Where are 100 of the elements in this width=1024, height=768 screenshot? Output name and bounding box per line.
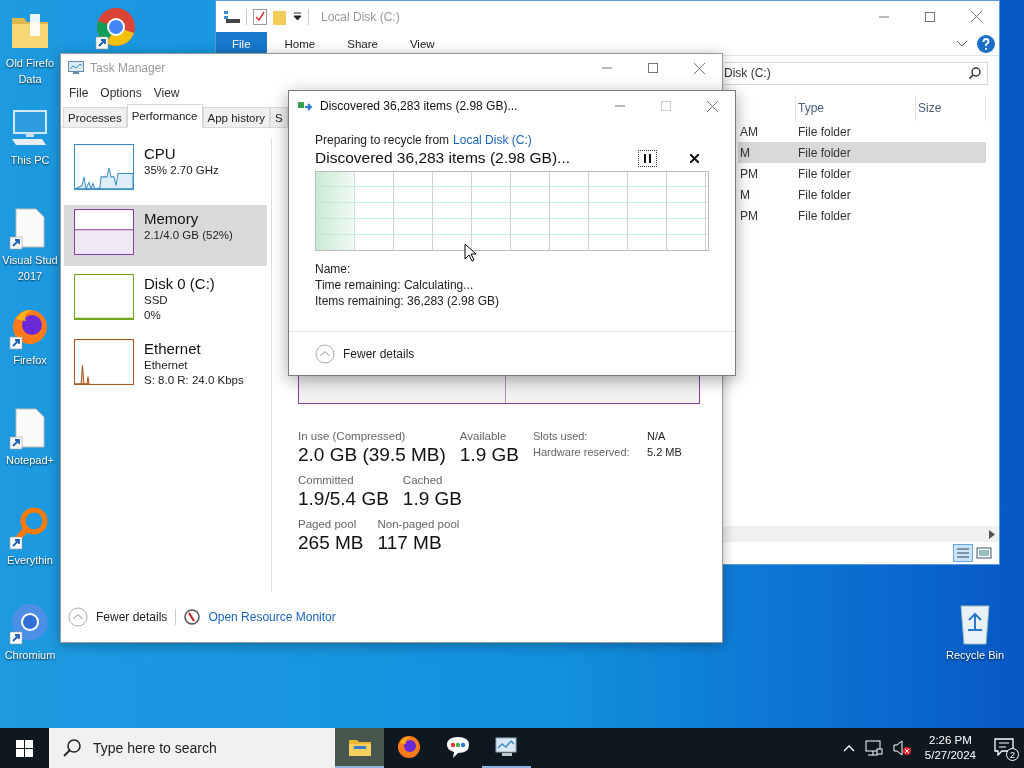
resource-item[interactable]: Disk 0 (C:) SSD 0% <box>64 270 267 331</box>
resource-item[interactable]: Memory 2.1/4.0 GB (52%) <box>64 205 267 266</box>
detail-line: Time remaining: Calculating... <box>315 277 475 293</box>
table-cell-text: PM <box>739 207 759 225</box>
source-text: Preparing to recycle from <box>315 133 450 147</box>
network-icon[interactable] <box>864 740 883 756</box>
icon-label: Data <box>18 73 42 86</box>
usage-graph <box>74 144 134 190</box>
window-title: Local Disk (C:) <box>321 9 400 24</box>
resource-detail: 0% <box>144 308 162 323</box>
search-icon <box>63 739 81 757</box>
chevron-up-icon[interactable] <box>842 744 855 752</box>
table-cell-text: File folder <box>797 123 852 141</box>
tab[interactable]: Performance <box>126 104 203 128</box>
stat-label: Non-paged pool <box>377 518 460 530</box>
notification-icon <box>994 738 1014 756</box>
icon-label: Recycle Bin <box>945 649 1005 662</box>
property-label: Hardware reserved: <box>533 446 631 458</box>
icon-label: This PC <box>10 154 50 167</box>
resource-detail: 35% 2.70 GHz <box>144 163 219 178</box>
help-icon[interactable] <box>977 34 995 53</box>
stat-value: 1.9/5.4 GB <box>298 488 389 510</box>
cancel-button[interactable] <box>687 151 701 165</box>
usage-graph <box>74 274 134 320</box>
table-cell-text: M <box>739 186 751 204</box>
stat-value: 117 MB <box>377 532 443 554</box>
table-cell-text: File folder <box>797 207 852 225</box>
tab[interactable]: Processes <box>63 107 127 128</box>
menu-item[interactable]: View <box>147 86 186 100</box>
address-field[interactable]: Disk (C:) <box>724 61 988 85</box>
icon-label: Chromium <box>4 649 56 662</box>
resource-item[interactable]: CPU 35% 2.70 GHz <box>64 140 267 201</box>
tab[interactable]: S <box>270 107 288 128</box>
chat-bubble-icon <box>444 735 471 759</box>
table-row[interactable]: M File folder <box>738 142 986 163</box>
resource-item[interactable]: Ethernet Ethernet S: 8.0 R: 24.0 Kbps <box>64 335 267 396</box>
maximize-icon <box>925 11 935 22</box>
drive-icon[interactable] <box>224 9 240 24</box>
stat-label: Available <box>459 430 508 442</box>
monitor-icon <box>68 61 84 75</box>
chevron-down-icon[interactable] <box>957 40 967 47</box>
stat-label: Cached <box>402 474 444 486</box>
table-cell-text: AM <box>739 123 759 141</box>
dropdown-icon[interactable] <box>293 12 302 21</box>
fewer-details-toggle[interactable]: Fewer details <box>96 610 168 624</box>
menu-item[interactable]: File <box>63 86 95 100</box>
icon-label: Firefox <box>13 354 47 367</box>
scroll-right-icon[interactable] <box>989 529 995 539</box>
icon-label: Old Firefo <box>5 57 55 70</box>
gauge-icon[interactable] <box>184 609 201 625</box>
stat-value: 2.0 GB (39.5 MB) <box>298 444 446 466</box>
source-link[interactable]: Local Disk (C:) <box>453 133 532 147</box>
maximize-icon <box>648 63 658 73</box>
clock[interactable]: 2:26 PM 5/27/2024 <box>924 733 976 763</box>
pause-button[interactable] <box>638 149 657 167</box>
close-icon <box>970 11 982 22</box>
resource-detail: S: 8.0 R: 24.0 Kbps <box>144 373 244 388</box>
ribbon-tab[interactable]: Share <box>333 32 392 55</box>
stat-label: Committed <box>298 474 355 486</box>
stat-value: 1.9 GB <box>402 488 462 510</box>
ribbon-tab[interactable]: Home <box>270 32 330 55</box>
clock-time: 2:26 PM <box>929 733 972 748</box>
resource-detail: SSD <box>144 293 169 308</box>
transfer-icon <box>298 101 314 111</box>
table-row[interactable]: PM File folder <box>738 205 986 226</box>
window-title: Discovered 36,283 items (2.98 GB)... <box>320 99 518 113</box>
menu-item[interactable]: Options <box>94 86 148 100</box>
ribbon-tab[interactable]: File <box>216 32 267 55</box>
property-label: Slots used: <box>533 430 589 442</box>
table-cell-text: File folder <box>797 186 852 204</box>
stat-value: 1.9 GB <box>459 444 519 466</box>
property-value: 5.2 MB <box>647 446 682 458</box>
search-icon[interactable] <box>969 67 981 79</box>
icon-label: 2017 <box>17 270 43 283</box>
close-icon <box>706 100 718 112</box>
checklist-icon[interactable] <box>253 8 267 25</box>
pause-icon <box>644 153 651 163</box>
table-row[interactable]: M File folder <box>738 184 986 205</box>
detail-line: Name: <box>315 261 352 277</box>
resource-monitor-link[interactable]: Open Resource Monitor <box>208 610 336 624</box>
volume-muted-icon[interactable] <box>892 740 911 756</box>
resource-name: Ethernet <box>144 339 202 358</box>
notifications-button[interactable]: 2 <box>994 738 1016 758</box>
usage-graph <box>74 339 134 385</box>
table-row[interactable]: PM File folder <box>738 163 986 184</box>
tab[interactable]: App history <box>202 107 271 128</box>
windows-logo-icon <box>16 739 33 757</box>
ribbon-tab[interactable]: View <box>395 32 449 55</box>
stat-label: Paged pool <box>298 518 358 530</box>
chrome-icon[interactable] <box>94 5 138 51</box>
detail-line: Items remaining: 36,283 (2.98 GB) <box>315 293 501 309</box>
monitor-icon <box>494 736 519 758</box>
fewer-details-toggle[interactable]: Fewer details <box>343 346 415 361</box>
table-cell-text: M <box>739 144 751 162</box>
column-header[interactable]: Type <box>796 95 916 121</box>
search-field[interactable]: Type here to search <box>49 728 335 768</box>
window-title: Task Manager <box>90 61 166 75</box>
property-value: N/A <box>647 430 667 442</box>
table-row[interactable]: AM File folder <box>738 121 986 142</box>
column-header[interactable]: Size <box>916 95 986 121</box>
